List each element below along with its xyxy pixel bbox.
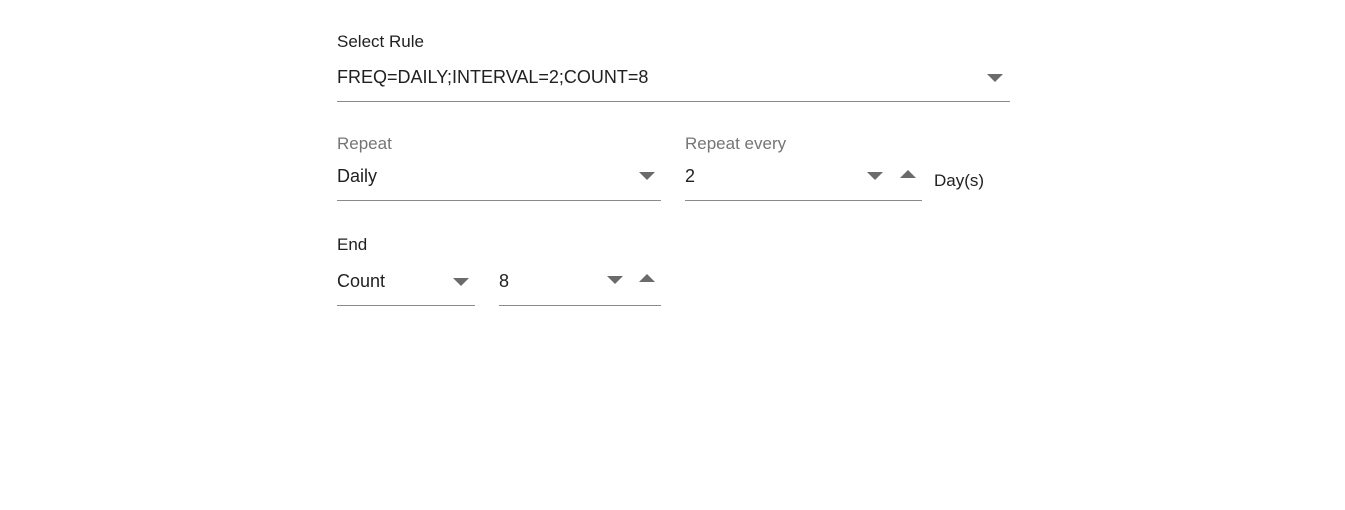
decrement-button[interactable] <box>863 164 887 188</box>
spin-down-icon <box>867 172 883 180</box>
spin-down-icon <box>607 276 623 284</box>
select-rule-dropdown[interactable]: FREQ=DAILY;INTERVAL=2;COUNT=8 <box>337 62 1010 102</box>
repeat-every-stepper[interactable]: 2 <box>685 162 922 201</box>
repeat-label: Repeat <box>337 134 392 153</box>
end-type-value: Count <box>337 271 386 291</box>
repeat-value: Daily <box>337 166 378 186</box>
chevron-down-icon <box>987 74 1003 82</box>
repeat-every-unit: Day(s) <box>934 171 985 190</box>
end-label: End <box>337 235 368 254</box>
increment-button[interactable] <box>635 268 659 292</box>
recurrence-editor: Select Rule FREQ=DAILY;INTERVAL=2;COUNT=… <box>0 0 1345 510</box>
decrement-button[interactable] <box>603 268 627 292</box>
repeat-dropdown[interactable]: Daily <box>337 162 661 201</box>
end-count-value: 8 <box>499 271 510 291</box>
spin-up-icon <box>900 170 916 178</box>
select-rule-value: FREQ=DAILY;INTERVAL=2;COUNT=8 <box>337 67 649 87</box>
repeat-every-label: Repeat every <box>685 134 787 153</box>
select-rule-label: Select Rule <box>337 32 424 51</box>
increment-button[interactable] <box>896 164 920 188</box>
spin-up-icon <box>639 274 655 282</box>
chevron-down-icon <box>639 172 655 180</box>
repeat-every-value: 2 <box>685 166 696 186</box>
end-count-stepper[interactable]: 8 <box>499 266 661 306</box>
chevron-down-icon <box>453 278 469 286</box>
end-type-dropdown[interactable]: Count <box>337 266 475 306</box>
